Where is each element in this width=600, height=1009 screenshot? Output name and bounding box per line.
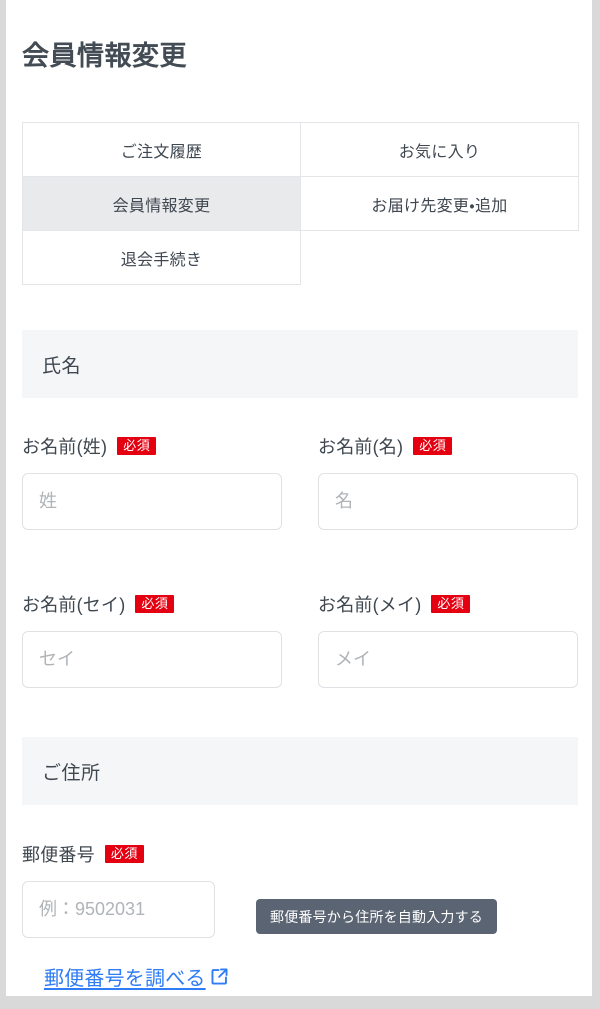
required-badge: 必須 — [135, 595, 175, 613]
postal-autofill-button[interactable]: 郵便番号から住所を自動入力する — [256, 899, 497, 934]
label-first-name-text: お名前(名) — [318, 437, 404, 457]
tab-order-history[interactable]: ご注文履歴 — [22, 122, 301, 177]
required-badge: 必須 — [104, 845, 144, 863]
account-menu-row: 会員情報変更 お届け先変更・追加 — [22, 176, 579, 231]
field-postal-code: 郵便番号 必須 — [22, 840, 215, 938]
required-badge: 必須 — [117, 437, 157, 455]
last-name-kana-input[interactable] — [22, 631, 282, 688]
postal-code-lookup-link-label: 郵便番号を調べる — [44, 968, 206, 990]
page-frame: 会員情報変更 ご注文履歴 お気に入り 会員情報変更 お届け先変更・追加 退会手続… — [0, 0, 600, 1009]
first-name-kana-input[interactable] — [318, 631, 578, 688]
label-postal-code-text: 郵便番号 — [22, 845, 95, 865]
label-first-name: お名前(名) 必須 — [318, 432, 578, 460]
field-last-name: お名前(姓) 必須 — [22, 432, 282, 530]
required-badge: 必須 — [431, 595, 471, 613]
field-last-name-kana: お名前(セイ) 必須 — [22, 590, 282, 688]
last-name-input[interactable] — [22, 473, 282, 530]
label-last-name: お名前(姓) 必須 — [22, 432, 282, 460]
required-badge: 必須 — [413, 437, 453, 455]
label-last-name-kana-text: お名前(セイ) — [22, 595, 126, 615]
tab-favorites[interactable]: お気に入り — [300, 122, 579, 177]
label-postal-code: 郵便番号 必須 — [22, 840, 215, 868]
page-body: 会員情報変更 ご注文履歴 お気に入り 会員情報変更 お届け先変更・追加 退会手続… — [6, 0, 592, 996]
tab-shipping-address-change[interactable]: お届け先変更・追加 — [300, 176, 579, 231]
label-first-name-kana-text: お名前(メイ) — [318, 595, 422, 615]
label-last-name-kana: お名前(セイ) 必須 — [22, 590, 282, 618]
account-menu-row: 退会手続き — [22, 230, 579, 285]
tab-empty-cell — [300, 230, 579, 285]
section-header-address: ご住所 — [22, 737, 578, 805]
external-link-icon — [210, 967, 229, 986]
tab-member-info-change[interactable]: 会員情報変更 — [22, 176, 301, 231]
account-menu-row: ご注文履歴 お気に入り — [22, 122, 579, 177]
field-first-name-kana: お名前(メイ) 必須 — [318, 590, 578, 688]
account-menu-grid: ご注文履歴 お気に入り 会員情報変更 お届け先変更・追加 退会手続き — [22, 122, 579, 285]
field-first-name: お名前(名) 必須 — [318, 432, 578, 530]
label-last-name-text: お名前(姓) — [22, 437, 108, 457]
postal-code-input[interactable] — [22, 881, 215, 938]
tab-withdrawal[interactable]: 退会手続き — [22, 230, 301, 285]
section-header-name: 氏名 — [22, 330, 578, 398]
first-name-input[interactable] — [318, 473, 578, 530]
page-title: 会員情報変更 — [22, 41, 187, 72]
label-first-name-kana: お名前(メイ) 必須 — [318, 590, 578, 618]
postal-code-lookup-link[interactable]: 郵便番号を調べる — [44, 962, 229, 991]
